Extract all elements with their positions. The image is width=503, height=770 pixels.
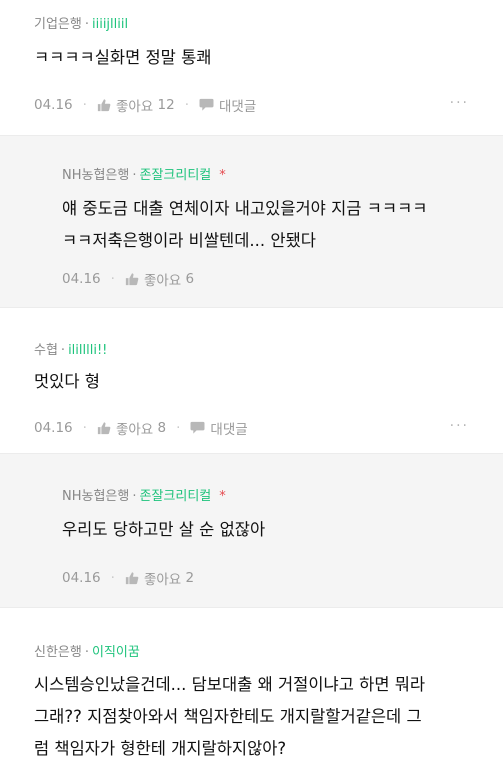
comment-item: 신한은행 · 이직이꿈 시스템승인났을건데... 담보대출 왜 거절이냐고 하면 뭐… xyxy=(0,608,503,770)
comment-text-line: 우리도 당하고만 살 순 없잖아 xyxy=(62,520,266,539)
comment-text-line: 럼 책임자가 형한테 개지랄하지않아? xyxy=(34,739,287,758)
author-nickname[interactable]: 이직이꿈 xyxy=(92,645,140,660)
comment-date: 04.16 xyxy=(62,570,101,586)
separator-dot: · xyxy=(84,17,89,32)
speech-bubble-icon xyxy=(199,98,214,111)
thumbs-up-icon xyxy=(125,572,139,585)
bank-name: 신한은행 xyxy=(34,645,82,660)
comment-author: 수협 · ililllli!! xyxy=(34,339,107,358)
comment-actions: 04.16 · 좋아요 12 · 대댓글 xyxy=(34,95,256,115)
comment-text: 우리도 당하고만 살 순 없잖아 xyxy=(62,514,265,546)
bank-name: NH농협은행 xyxy=(62,489,130,504)
bank-name: NH농협은행 xyxy=(62,168,130,183)
reply-button[interactable]: 대댓글 xyxy=(199,95,256,115)
comment-author: 신한은행 · 이직이꿈 xyxy=(34,641,140,660)
like-label: 좋아요 xyxy=(115,99,154,115)
separator-dot: · xyxy=(132,168,137,183)
separator-dot: · xyxy=(176,420,181,436)
reply-item: NH농협은행 · 존잘크리티컬 * 얘 중도금 대출 연체이자 내고있을거야 지금 ㅋ… xyxy=(0,136,503,308)
author-nickname[interactable]: ililllli!! xyxy=(68,343,107,358)
separator-dot: · xyxy=(84,645,89,660)
speech-bubble-icon xyxy=(190,421,205,434)
separator-dot: · xyxy=(82,97,87,113)
separator-dot: · xyxy=(110,271,115,287)
like-label: 좋아요 xyxy=(143,273,182,289)
reply-button[interactable]: 대댓글 xyxy=(190,418,248,438)
comment-date: 04.16 xyxy=(34,420,73,436)
comment-item: 수협 · ililllli!! 멋있다 형 04.16 · 좋아요 8 · 대댓글 … xyxy=(0,308,503,454)
comment-actions: 04.16 · 좋아요 8 · 대댓글 xyxy=(34,418,248,438)
separator-dot: · xyxy=(132,489,137,504)
comment-date: 04.16 xyxy=(34,97,73,113)
like-count: 2 xyxy=(185,570,195,586)
thumbs-up-icon xyxy=(125,273,139,286)
reply-item: NH농협은행 · 존잘크리티컬 * 우리도 당하고만 살 순 없잖아 04.16 · … xyxy=(0,454,503,608)
comment-author: NH농협은행 · 존잘크리티컬 * xyxy=(62,485,226,504)
author-badge-icon: * xyxy=(219,168,226,183)
like-count: 12 xyxy=(157,97,175,113)
like-count: 8 xyxy=(157,420,167,436)
comment-text: ㅋㅋㅋㅋ실화면 정말 통쾌 xyxy=(34,42,211,74)
comment-text-line: ㅋㅋ저축은행이라 비쌀텐데... 안됐다 xyxy=(62,231,316,250)
separator-dot: · xyxy=(110,570,115,586)
like-label: 좋아요 xyxy=(143,572,182,588)
separator-dot: · xyxy=(82,420,87,436)
thumbs-up-icon xyxy=(97,422,111,435)
comment-author: 기업은행 · iiiijlliil xyxy=(34,13,128,32)
bank-name: 수협 xyxy=(34,343,58,358)
separator-dot: · xyxy=(60,343,66,358)
comment-text-line: 멋있다 형 xyxy=(34,372,100,391)
separator-dot: · xyxy=(184,97,189,113)
reply-label: 대댓글 xyxy=(219,99,257,115)
reply-label: 대댓글 xyxy=(210,422,248,438)
author-nickname[interactable]: 존잘크리티컬 xyxy=(139,489,211,504)
comment-text-line: 그래?? 지점찾아와서 책임자한테도 개지랄할거같은데 그 xyxy=(34,707,422,726)
thumbs-up-icon xyxy=(97,99,111,112)
comment-text: 시스템승인났을건데... 담보대출 왜 거절이냐고 하면 뭐라 그래?? 지점찾… xyxy=(34,669,425,765)
more-dots-icon[interactable]: ··· xyxy=(450,418,469,434)
like-count: 6 xyxy=(185,271,195,287)
bank-name: 기업은행 xyxy=(34,17,82,32)
comment-text: 멋있다 형 xyxy=(34,366,100,398)
like-button[interactable]: 좋아요 12 xyxy=(97,95,175,115)
more-dots-icon[interactable]: ··· xyxy=(450,95,469,111)
comment-date: 04.16 xyxy=(62,271,101,287)
comment-actions: 04.16 · 좋아요 6 xyxy=(62,269,194,289)
comment-text-line: 시스템승인났을건데... 담보대출 왜 거절이냐고 하면 뭐라 xyxy=(34,675,426,694)
author-badge-icon: * xyxy=(219,489,226,504)
like-button[interactable]: 좋아요 6 xyxy=(125,269,194,289)
author-nickname[interactable]: 존잘크리티컬 xyxy=(139,168,211,183)
like-label: 좋아요 xyxy=(115,422,154,438)
comment-item: 기업은행 · iiiijlliil ㅋㅋㅋㅋ실화면 정말 통쾌 04.16 · 좋아… xyxy=(0,0,503,136)
like-button[interactable]: 좋아요 2 xyxy=(125,568,194,588)
author-nickname[interactable]: iiiijlliil xyxy=(92,17,128,32)
comment-text-line: ㅋㅋㅋㅋ실화면 정말 통쾌 xyxy=(34,48,212,67)
comment-author: NH농협은행 · 존잘크리티컬 * xyxy=(62,164,226,183)
comment-text: 얘 중도금 대출 연체이자 내고있을거야 지금 ㅋㅋㅋㅋ ㅋㅋ저축은행이라 비쌀… xyxy=(62,193,427,257)
comment-actions: 04.16 · 좋아요 2 xyxy=(62,568,194,588)
comment-text-line: 얘 중도금 대출 연체이자 내고있을거야 지금 ㅋㅋㅋㅋ xyxy=(62,199,428,218)
like-button[interactable]: 좋아요 8 xyxy=(97,418,166,438)
